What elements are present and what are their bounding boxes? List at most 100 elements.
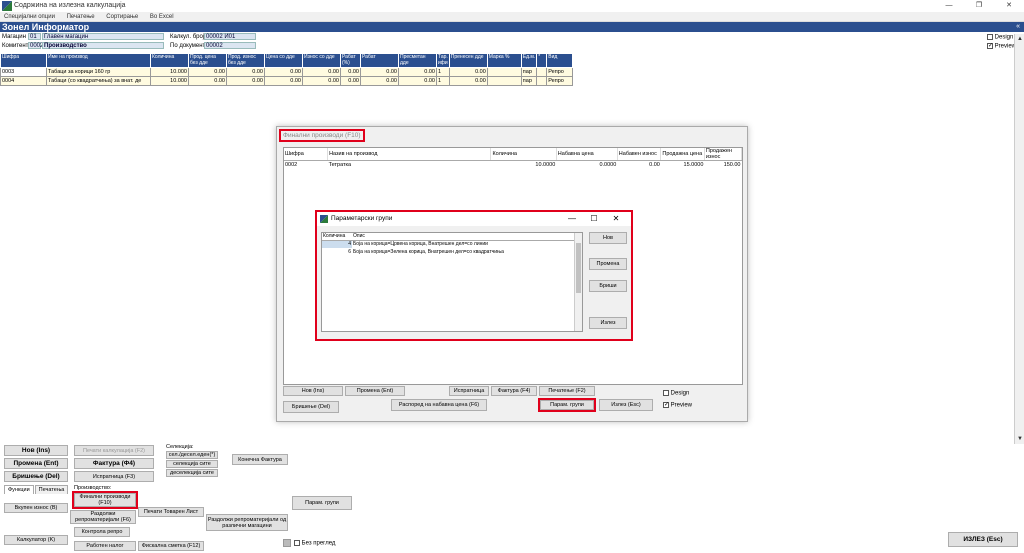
fd-invoice-button[interactable]: Фактура (F4) — [491, 386, 537, 396]
calculator-button[interactable]: Калкулатор (K) — [4, 535, 68, 545]
tab-functions[interactable]: Функции — [4, 485, 34, 494]
table-cell[interactable]: 0.00 — [448, 76, 488, 86]
minimize-button[interactable]: — — [934, 0, 964, 12]
table-row[interactable]: 0003 Табаци за корици 160 гр 10.000 0.00 0.0… — [0, 67, 574, 77]
param-scrollbar[interactable] — [574, 233, 582, 331]
fd-dispatch-button[interactable]: Испратница — [449, 386, 489, 396]
scroll-down-icon[interactable]: ▼ — [1015, 434, 1024, 444]
fd-preview-checkbox[interactable]: Preview — [663, 401, 692, 409]
table-row[interactable]: 0004 Табаци (со квадратчиња) за внат. де 1… — [0, 76, 574, 86]
param-close-icon[interactable]: ✕ — [605, 213, 627, 225]
grid-header[interactable]: Пресметан дде — [398, 53, 437, 68]
new-button[interactable]: Нов (Ins) — [4, 445, 68, 456]
param-grid-header[interactable]: Опис — [352, 233, 576, 241]
table-cell[interactable]: Тетратка — [328, 161, 491, 169]
table-cell[interactable]: 0.00 — [226, 76, 265, 86]
fd-print-button[interactable]: Печатење (F2) — [539, 386, 595, 396]
table-cell[interactable]: 0004 — [0, 76, 47, 86]
table-cell[interactable]: 0.00 — [188, 76, 227, 86]
table-cell[interactable]: 0.0000 — [556, 161, 617, 169]
table-cell[interactable]: 0.00 — [360, 67, 399, 77]
fd-grid-header[interactable]: Назив на производ — [327, 148, 492, 161]
grid-header[interactable]: * — [536, 53, 548, 68]
table-row[interactable]: 0002 Тетратка 10.0000 0.0000 0.00 15.0000 150.… — [284, 161, 742, 169]
fd-edit-button[interactable]: Промена (Ent) — [345, 386, 405, 396]
magacin-name-field[interactable]: Главен магацин — [42, 33, 164, 40]
grid-header[interactable]: Цена со дде — [264, 53, 303, 68]
grid-header[interactable]: Име на производ — [46, 53, 151, 68]
param-maximize-icon[interactable]: ☐ — [583, 213, 605, 225]
invoice-button[interactable]: Фактура (Ф4) — [74, 458, 154, 469]
preview-checkbox[interactable]: Preview — [987, 42, 1016, 50]
table-cell[interactable]: 0003 — [0, 67, 47, 77]
repro-control-button[interactable]: Контрола репро — [74, 527, 130, 537]
table-cell[interactable]: 0.00 — [448, 67, 488, 77]
komitent-name-field[interactable]: Производство — [42, 42, 164, 49]
table-cell[interactable]: 0.00 — [302, 76, 341, 86]
final-invoice-button[interactable]: Конечна Фактура — [232, 454, 288, 465]
grid-header[interactable]: Вид — [546, 53, 574, 68]
grid-header[interactable]: Марка % — [486, 53, 522, 68]
no-preview-checkbox[interactable]: Без преглед — [294, 540, 335, 547]
table-cell[interactable]: 0.00 — [226, 67, 265, 77]
fd-param-groups-button[interactable]: Парам. групи — [538, 398, 596, 412]
fd-distribute-price-button[interactable]: Распоред на набавна цена (F6) — [391, 399, 487, 411]
edit-button[interactable]: Промена (Ent) — [4, 458, 68, 469]
menu-sorting[interactable]: Сортирање — [106, 12, 138, 22]
restore-button[interactable]: ❐ — [964, 0, 994, 12]
menu-printing[interactable]: Печатење — [67, 12, 95, 22]
grid-header[interactable]: Прод. цена без дде — [188, 53, 227, 68]
table-cell[interactable]: 0.00 — [617, 161, 661, 169]
fd-grid-header[interactable]: Набавна цена — [556, 148, 618, 161]
table-cell[interactable]: 0.00 — [398, 76, 437, 86]
param-new-button[interactable]: Нов — [589, 232, 627, 244]
param-delete-button[interactable]: Бриши — [589, 280, 627, 292]
table-cell[interactable]: 6 — [322, 248, 352, 256]
table-cell[interactable] — [486, 67, 522, 77]
table-cell[interactable]: 0002 — [284, 161, 328, 169]
total-amount-button[interactable]: Вкупен износ (B) — [4, 503, 68, 513]
grid-header[interactable]: Прод. износ без дде — [226, 53, 265, 68]
grid-header[interactable]: Шифра — [0, 53, 47, 68]
grid-header[interactable]: Ед.м. — [520, 53, 538, 68]
table-cell[interactable]: 10.000 — [150, 67, 189, 77]
close-button[interactable]: ✕ — [994, 0, 1024, 12]
table-cell[interactable]: Табаци (со квадратчиња) за внат. де — [46, 76, 151, 86]
table-cell[interactable]: Репро — [546, 76, 574, 86]
table-cell[interactable]: 0.00 — [360, 76, 399, 86]
collapse-icon[interactable]: « — [1016, 22, 1020, 32]
select-all-button[interactable]: селекција сите — [166, 460, 218, 468]
deselect-all-button[interactable]: деселекција сите — [166, 469, 218, 477]
work-order-button[interactable]: Работен налог — [74, 541, 136, 551]
table-cell[interactable]: Боја на корица=Црвена корица, Внатрешен … — [352, 240, 576, 248]
fd-delete-button[interactable]: Бришење (Del) — [283, 401, 339, 413]
menu-excel[interactable]: Во Excel — [150, 12, 174, 22]
grid-header[interactable]: Пренесен дде — [448, 53, 488, 68]
table-cell[interactable]: пар — [520, 76, 538, 86]
design-checkbox[interactable]: Design — [987, 34, 1013, 41]
table-cell[interactable] — [486, 76, 522, 86]
param-groups-button[interactable]: Парам. групи — [292, 496, 352, 510]
table-cell[interactable]: 10.0000 — [491, 161, 556, 169]
table-cell[interactable]: 1 — [436, 76, 450, 86]
param-exit-button[interactable]: Излез — [589, 317, 627, 329]
table-cell[interactable]: пар — [520, 67, 538, 77]
fd-new-button[interactable]: Нов (Ins) — [283, 386, 343, 396]
final-products-button[interactable]: Финални производи (F10) — [72, 491, 138, 509]
table-row[interactable]: 6 Боја на корица=Зелена корица, Внатрешен… — [322, 248, 576, 256]
grid-header[interactable]: Рабат — [360, 53, 399, 68]
grid-header[interactable]: Износ со дде — [302, 53, 341, 68]
discharge-multi-warehouse-button[interactable]: Раздолжи репроматеријали од различни маг… — [206, 514, 288, 531]
grid-header[interactable]: Тар. ифи — [436, 53, 450, 68]
table-cell[interactable] — [536, 76, 548, 86]
fd-grid-header[interactable]: Количина — [490, 148, 557, 161]
menu-special-options[interactable]: Специјални опции — [4, 12, 55, 22]
table-cell[interactable]: 0.00 — [264, 76, 303, 86]
fd-grid-header[interactable]: Набавен износ — [617, 148, 662, 161]
main-scrollbar[interactable]: ▲ ▼ — [1014, 34, 1024, 444]
grid-header[interactable]: Рабат (%) — [340, 53, 361, 68]
grid-header[interactable]: Количина — [150, 53, 189, 68]
table-cell[interactable]: 10.000 — [150, 76, 189, 86]
table-cell[interactable]: Репро — [546, 67, 574, 77]
fd-grid-header[interactable]: Продажен износ — [704, 148, 743, 161]
